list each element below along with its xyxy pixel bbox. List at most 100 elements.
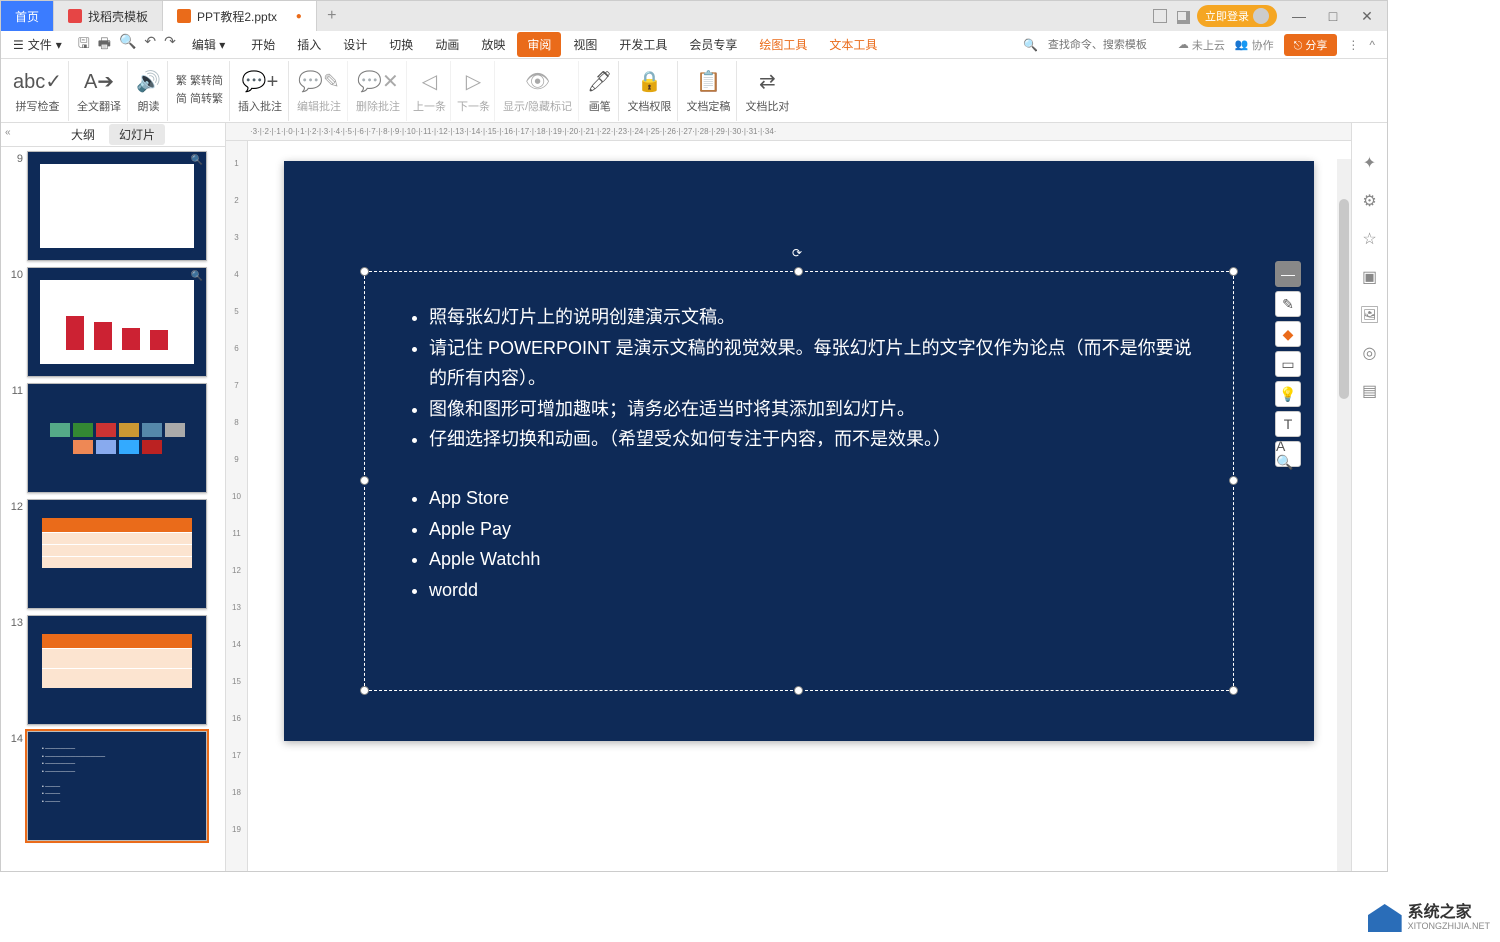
- rs-clip-icon[interactable]: ▣: [1362, 267, 1377, 287]
- resize-handle[interactable]: [1229, 476, 1238, 485]
- rgrp-brush[interactable]: 🖊画笔: [581, 61, 619, 121]
- rgrp-delete-comment[interactable]: 💬✕删除批注: [350, 61, 407, 121]
- rgrp-insert-comment[interactable]: 💬+插入批注: [232, 61, 289, 121]
- command-search[interactable]: [1048, 39, 1168, 51]
- thumbnail-list[interactable]: 9 🔍 10 🔍 11 12 13 14 • ——————• —————————…: [1, 147, 225, 871]
- resize-handle[interactable]: [1229, 267, 1238, 276]
- mtab-draw-tools[interactable]: 绘图工具: [749, 32, 817, 57]
- ft-search[interactable]: A🔍: [1275, 441, 1301, 467]
- undo-icon[interactable]: ↶: [144, 33, 156, 57]
- rgrp-doc-perm[interactable]: 🔒文档权限: [621, 61, 678, 121]
- thumbnail-12[interactable]: [27, 499, 207, 609]
- ft-fill[interactable]: ◆: [1275, 321, 1301, 347]
- mtab-text-tools[interactable]: 文本工具: [819, 32, 887, 57]
- preview-icon[interactable]: 🔍: [119, 33, 136, 57]
- file-menu[interactable]: ☰ 文件 ▾: [5, 36, 70, 53]
- ft-collapse[interactable]: —: [1275, 261, 1301, 287]
- mtab-vip[interactable]: 会员专享: [679, 32, 747, 57]
- apps-icon[interactable]: [1177, 11, 1187, 21]
- rs-star-icon[interactable]: ☆: [1362, 229, 1376, 249]
- rgrp-prev[interactable]: ◁上一条: [409, 61, 451, 121]
- rgrp-doc-finalize[interactable]: 📋文档定稿: [680, 61, 737, 121]
- rs-image-icon[interactable]: 🖼: [1359, 305, 1379, 325]
- resize-handle[interactable]: [360, 476, 369, 485]
- mtab-view[interactable]: 视图: [563, 32, 607, 57]
- tab-document[interactable]: PPT教程2.pptx ●: [163, 1, 317, 31]
- mtab-transition[interactable]: 切换: [379, 32, 423, 57]
- thumb-num: 9: [5, 151, 23, 261]
- mtab-insert[interactable]: 插入: [287, 32, 331, 57]
- rs-diamond-icon[interactable]: ✦: [1363, 153, 1376, 173]
- stamp-icon: 📋: [696, 68, 721, 96]
- tab-home[interactable]: 首页: [1, 1, 54, 31]
- thumbnail-13[interactable]: [27, 615, 207, 725]
- rgrp-showhide[interactable]: 👁显示/隐藏标记: [497, 61, 579, 121]
- rs-effect-icon[interactable]: ◎: [1363, 343, 1377, 363]
- more-icon[interactable]: ⋮: [1347, 38, 1359, 52]
- rgrp-read[interactable]: 🔊朗读: [130, 61, 168, 121]
- current-slide[interactable]: ⟳ 照每张幻灯片上的说明创建演示文稿。: [284, 161, 1314, 741]
- mtab-start[interactable]: 开始: [241, 32, 285, 57]
- watermark: 系统之家XITONGZHIJIA.NET: [1368, 904, 1490, 932]
- save-icon[interactable]: 🖫: [78, 33, 90, 57]
- new-tab-button[interactable]: +: [317, 7, 347, 25]
- resize-handle[interactable]: [360, 267, 369, 276]
- thumbnail-10[interactable]: 🔍: [27, 267, 207, 377]
- slide-stage[interactable]: ⟳ 照每张幻灯片上的说明创建演示文稿。: [248, 141, 1351, 871]
- resize-handle[interactable]: [1229, 686, 1238, 695]
- rotate-handle[interactable]: ⟳: [792, 246, 806, 260]
- thumbnail-11[interactable]: [27, 383, 207, 493]
- share-button[interactable]: ⎋ 分享: [1284, 34, 1338, 56]
- rgrp-doc-compare[interactable]: ⇄文档比对: [739, 61, 795, 121]
- speaker-icon: 🔊: [136, 68, 161, 96]
- rgrp-fanjian[interactable]: 繁 繁转简 简 简转繁: [170, 61, 230, 121]
- layout-icon[interactable]: [1153, 9, 1167, 23]
- compare-icon: ⇄: [759, 68, 776, 96]
- avatar-icon: [1253, 8, 1269, 24]
- bullet-item: Apple Pay: [429, 514, 1193, 545]
- rs-settings-icon[interactable]: ⚙: [1362, 191, 1376, 211]
- mtab-design[interactable]: 设计: [333, 32, 377, 57]
- textbox-content[interactable]: 照每张幻灯片上的说明创建演示文稿。 请记住 POWERPOINT 是演示文稿的视…: [365, 272, 1233, 635]
- rgrp-translate[interactable]: A➔全文翻译: [71, 61, 128, 121]
- mtab-animation[interactable]: 动画: [425, 32, 469, 57]
- scroll-thumb[interactable]: [1339, 199, 1349, 399]
- mtab-review[interactable]: 审阅: [517, 32, 561, 57]
- ft-layout[interactable]: ▭: [1275, 351, 1301, 377]
- ft-pen[interactable]: ✎: [1275, 291, 1301, 317]
- maximize-button[interactable]: □: [1321, 8, 1345, 24]
- resize-handle[interactable]: [794, 686, 803, 695]
- collapse-pane-button[interactable]: «: [5, 127, 11, 138]
- rs-template-icon[interactable]: ▤: [1362, 381, 1377, 401]
- cloud-status[interactable]: ☁ 未上云: [1178, 37, 1225, 53]
- redo-icon[interactable]: ↷: [164, 33, 176, 57]
- rgrp-edit-comment[interactable]: 💬✎编辑批注: [291, 61, 348, 121]
- mtab-dev[interactable]: 开发工具: [609, 32, 677, 57]
- ribbon: abc✓拼写检查 A➔全文翻译 🔊朗读 繁 繁转简 简 简转繁 💬+插入批注 💬…: [1, 59, 1387, 123]
- bullet-item: 图像和图形可增加趣味；请务必在适当时将其添加到幻灯片。: [429, 394, 1193, 425]
- ft-text[interactable]: T: [1275, 411, 1301, 437]
- tab-template[interactable]: 找稻壳模板: [54, 1, 163, 31]
- ppt-icon: [177, 9, 191, 23]
- bullet-item: 照每张幻灯片上的说明创建演示文稿。: [429, 302, 1193, 333]
- tab-slides[interactable]: 幻灯片: [109, 124, 165, 145]
- collapse-ribbon-icon[interactable]: ^: [1369, 38, 1375, 52]
- collab-button[interactable]: 👥 协作: [1235, 37, 1274, 53]
- print-icon[interactable]: 🖶: [98, 33, 111, 57]
- close-button[interactable]: ✕: [1355, 8, 1379, 25]
- rgrp-next[interactable]: ▷下一条: [453, 61, 495, 121]
- vertical-scrollbar[interactable]: [1337, 159, 1351, 871]
- bullet-item: Apple Watchh: [429, 544, 1193, 575]
- edit-menu[interactable]: 编辑 ▾: [184, 36, 233, 53]
- resize-handle[interactable]: [360, 686, 369, 695]
- tab-outline[interactable]: 大纲: [61, 124, 105, 145]
- selected-textbox[interactable]: ⟳ 照每张幻灯片上的说明创建演示文稿。: [364, 271, 1234, 691]
- minimize-button[interactable]: —: [1287, 8, 1311, 24]
- thumbnail-14[interactable]: • ——————• ————————————• ——————• ——————• …: [27, 731, 207, 841]
- mtab-slideshow[interactable]: 放映: [471, 32, 515, 57]
- resize-handle[interactable]: [794, 267, 803, 276]
- login-button[interactable]: 立即登录: [1197, 5, 1277, 27]
- thumbnail-9[interactable]: 🔍: [27, 151, 207, 261]
- rgrp-spellcheck[interactable]: abc✓拼写检查: [7, 61, 69, 121]
- ft-idea[interactable]: 💡: [1275, 381, 1301, 407]
